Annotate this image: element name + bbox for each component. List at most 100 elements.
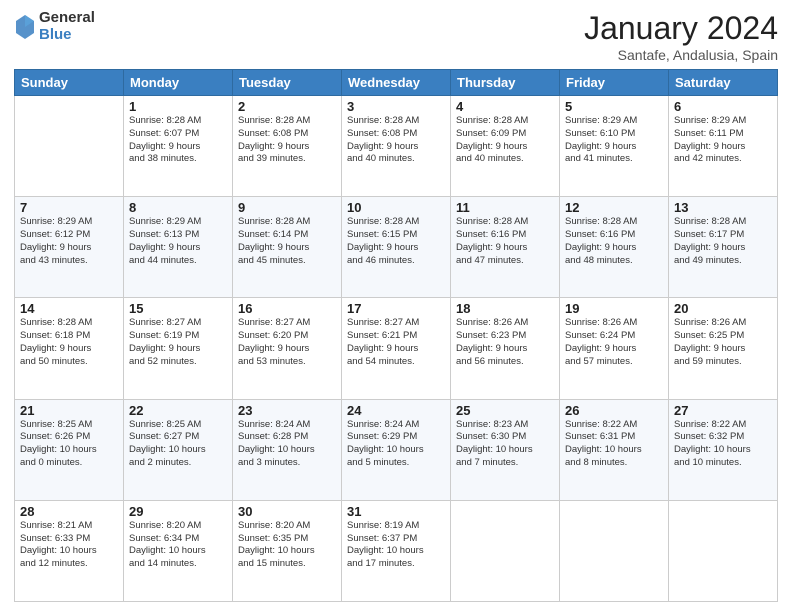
calendar-cell: 4Sunrise: 8:28 AMSunset: 6:09 PMDaylight… <box>451 96 560 197</box>
page: General Blue January 2024 Santafe, Andal… <box>0 0 792 612</box>
day-info: Sunrise: 8:28 AMSunset: 6:15 PMDaylight:… <box>347 216 445 267</box>
header: General Blue January 2024 Santafe, Andal… <box>14 10 778 63</box>
day-info: Sunrise: 8:22 AMSunset: 6:32 PMDaylight:… <box>674 419 772 470</box>
title-section: January 2024 Santafe, Andalusia, Spain <box>584 10 778 63</box>
calendar-cell: 1Sunrise: 8:28 AMSunset: 6:07 PMDaylight… <box>124 96 233 197</box>
calendar-cell: 20Sunrise: 8:26 AMSunset: 6:25 PMDayligh… <box>669 298 778 399</box>
day-info: Sunrise: 8:28 AMSunset: 6:08 PMDaylight:… <box>347 115 445 166</box>
logo-blue-label: Blue <box>39 27 95 44</box>
calendar-week-2: 14Sunrise: 8:28 AMSunset: 6:18 PMDayligh… <box>15 298 778 399</box>
calendar-cell: 15Sunrise: 8:27 AMSunset: 6:19 PMDayligh… <box>124 298 233 399</box>
calendar-table: SundayMondayTuesdayWednesdayThursdayFrid… <box>14 69 778 602</box>
day-number: 16 <box>238 301 336 316</box>
location: Santafe, Andalusia, Spain <box>584 47 778 63</box>
day-info: Sunrise: 8:26 AMSunset: 6:23 PMDaylight:… <box>456 317 554 368</box>
day-number: 6 <box>674 99 772 114</box>
calendar-cell: 5Sunrise: 8:29 AMSunset: 6:10 PMDaylight… <box>560 96 669 197</box>
day-number: 22 <box>129 403 227 418</box>
calendar-cell: 11Sunrise: 8:28 AMSunset: 6:16 PMDayligh… <box>451 197 560 298</box>
day-info: Sunrise: 8:28 AMSunset: 6:18 PMDaylight:… <box>20 317 118 368</box>
calendar-header-sunday: Sunday <box>15 70 124 96</box>
day-number: 2 <box>238 99 336 114</box>
day-number: 3 <box>347 99 445 114</box>
calendar-cell: 6Sunrise: 8:29 AMSunset: 6:11 PMDaylight… <box>669 96 778 197</box>
day-info: Sunrise: 8:28 AMSunset: 6:07 PMDaylight:… <box>129 115 227 166</box>
day-info: Sunrise: 8:24 AMSunset: 6:28 PMDaylight:… <box>238 419 336 470</box>
day-info: Sunrise: 8:27 AMSunset: 6:19 PMDaylight:… <box>129 317 227 368</box>
calendar-cell: 19Sunrise: 8:26 AMSunset: 6:24 PMDayligh… <box>560 298 669 399</box>
day-number: 11 <box>456 200 554 215</box>
day-info: Sunrise: 8:28 AMSunset: 6:14 PMDaylight:… <box>238 216 336 267</box>
day-number: 30 <box>238 504 336 519</box>
day-info: Sunrise: 8:28 AMSunset: 6:17 PMDaylight:… <box>674 216 772 267</box>
calendar-cell: 22Sunrise: 8:25 AMSunset: 6:27 PMDayligh… <box>124 399 233 500</box>
day-info: Sunrise: 8:28 AMSunset: 6:09 PMDaylight:… <box>456 115 554 166</box>
day-info: Sunrise: 8:26 AMSunset: 6:25 PMDaylight:… <box>674 317 772 368</box>
calendar-cell: 25Sunrise: 8:23 AMSunset: 6:30 PMDayligh… <box>451 399 560 500</box>
calendar-cell: 23Sunrise: 8:24 AMSunset: 6:28 PMDayligh… <box>233 399 342 500</box>
day-info: Sunrise: 8:21 AMSunset: 6:33 PMDaylight:… <box>20 520 118 571</box>
day-info: Sunrise: 8:26 AMSunset: 6:24 PMDaylight:… <box>565 317 663 368</box>
calendar-cell: 14Sunrise: 8:28 AMSunset: 6:18 PMDayligh… <box>15 298 124 399</box>
day-number: 15 <box>129 301 227 316</box>
calendar-header-saturday: Saturday <box>669 70 778 96</box>
calendar-week-3: 21Sunrise: 8:25 AMSunset: 6:26 PMDayligh… <box>15 399 778 500</box>
day-number: 18 <box>456 301 554 316</box>
calendar-week-1: 7Sunrise: 8:29 AMSunset: 6:12 PMDaylight… <box>15 197 778 298</box>
day-info: Sunrise: 8:23 AMSunset: 6:30 PMDaylight:… <box>456 419 554 470</box>
day-number: 13 <box>674 200 772 215</box>
calendar-header-tuesday: Tuesday <box>233 70 342 96</box>
calendar-cell: 18Sunrise: 8:26 AMSunset: 6:23 PMDayligh… <box>451 298 560 399</box>
day-number: 14 <box>20 301 118 316</box>
calendar-week-4: 28Sunrise: 8:21 AMSunset: 6:33 PMDayligh… <box>15 500 778 601</box>
day-info: Sunrise: 8:25 AMSunset: 6:26 PMDaylight:… <box>20 419 118 470</box>
calendar-cell: 13Sunrise: 8:28 AMSunset: 6:17 PMDayligh… <box>669 197 778 298</box>
calendar-cell: 31Sunrise: 8:19 AMSunset: 6:37 PMDayligh… <box>342 500 451 601</box>
calendar-header-wednesday: Wednesday <box>342 70 451 96</box>
day-number: 24 <box>347 403 445 418</box>
calendar-cell: 29Sunrise: 8:20 AMSunset: 6:34 PMDayligh… <box>124 500 233 601</box>
calendar-cell: 2Sunrise: 8:28 AMSunset: 6:08 PMDaylight… <box>233 96 342 197</box>
calendar-cell: 24Sunrise: 8:24 AMSunset: 6:29 PMDayligh… <box>342 399 451 500</box>
calendar-cell: 7Sunrise: 8:29 AMSunset: 6:12 PMDaylight… <box>15 197 124 298</box>
calendar-week-0: 1Sunrise: 8:28 AMSunset: 6:07 PMDaylight… <box>15 96 778 197</box>
day-info: Sunrise: 8:29 AMSunset: 6:10 PMDaylight:… <box>565 115 663 166</box>
calendar-cell: 16Sunrise: 8:27 AMSunset: 6:20 PMDayligh… <box>233 298 342 399</box>
calendar-cell <box>669 500 778 601</box>
day-number: 26 <box>565 403 663 418</box>
day-info: Sunrise: 8:28 AMSunset: 6:08 PMDaylight:… <box>238 115 336 166</box>
day-number: 10 <box>347 200 445 215</box>
day-info: Sunrise: 8:29 AMSunset: 6:13 PMDaylight:… <box>129 216 227 267</box>
day-number: 29 <box>129 504 227 519</box>
calendar-cell: 12Sunrise: 8:28 AMSunset: 6:16 PMDayligh… <box>560 197 669 298</box>
day-number: 1 <box>129 99 227 114</box>
day-info: Sunrise: 8:27 AMSunset: 6:20 PMDaylight:… <box>238 317 336 368</box>
calendar-header-friday: Friday <box>560 70 669 96</box>
day-info: Sunrise: 8:28 AMSunset: 6:16 PMDaylight:… <box>565 216 663 267</box>
logo-icon <box>14 13 36 41</box>
calendar-cell: 26Sunrise: 8:22 AMSunset: 6:31 PMDayligh… <box>560 399 669 500</box>
day-info: Sunrise: 8:27 AMSunset: 6:21 PMDaylight:… <box>347 317 445 368</box>
day-number: 5 <box>565 99 663 114</box>
day-number: 23 <box>238 403 336 418</box>
day-info: Sunrise: 8:29 AMSunset: 6:12 PMDaylight:… <box>20 216 118 267</box>
calendar-cell: 3Sunrise: 8:28 AMSunset: 6:08 PMDaylight… <box>342 96 451 197</box>
day-info: Sunrise: 8:22 AMSunset: 6:31 PMDaylight:… <box>565 419 663 470</box>
day-info: Sunrise: 8:29 AMSunset: 6:11 PMDaylight:… <box>674 115 772 166</box>
day-number: 12 <box>565 200 663 215</box>
day-number: 28 <box>20 504 118 519</box>
day-number: 19 <box>565 301 663 316</box>
day-number: 4 <box>456 99 554 114</box>
calendar-header-row: SundayMondayTuesdayWednesdayThursdayFrid… <box>15 70 778 96</box>
calendar-cell: 30Sunrise: 8:20 AMSunset: 6:35 PMDayligh… <box>233 500 342 601</box>
calendar-cell: 8Sunrise: 8:29 AMSunset: 6:13 PMDaylight… <box>124 197 233 298</box>
logo-text: General Blue <box>39 10 95 43</box>
day-info: Sunrise: 8:20 AMSunset: 6:34 PMDaylight:… <box>129 520 227 571</box>
day-number: 8 <box>129 200 227 215</box>
calendar-cell: 27Sunrise: 8:22 AMSunset: 6:32 PMDayligh… <box>669 399 778 500</box>
day-number: 25 <box>456 403 554 418</box>
calendar-cell <box>560 500 669 601</box>
day-number: 20 <box>674 301 772 316</box>
calendar-cell: 9Sunrise: 8:28 AMSunset: 6:14 PMDaylight… <box>233 197 342 298</box>
day-info: Sunrise: 8:28 AMSunset: 6:16 PMDaylight:… <box>456 216 554 267</box>
